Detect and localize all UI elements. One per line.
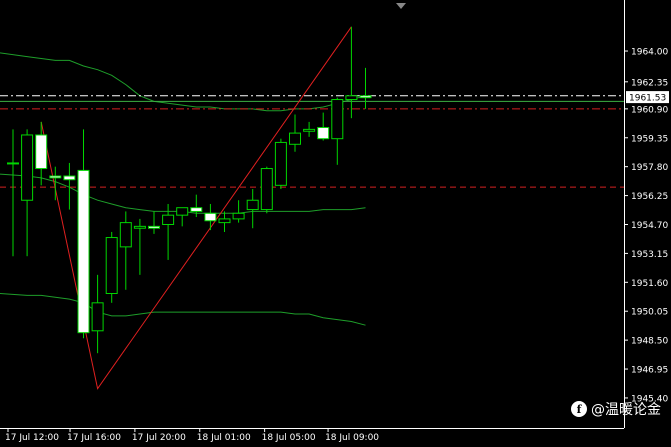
price-tick-label: 1960.90	[631, 105, 668, 115]
upper-band-line	[0, 52, 366, 112]
candle-2[interactable]	[21, 129, 34, 257]
candle-17[interactable]	[232, 200, 245, 223]
candle-body	[35, 134, 48, 170]
candle-22[interactable]	[303, 121, 316, 137]
candle-body	[21, 134, 34, 201]
candle-body	[317, 127, 330, 140]
price-tick-label: 1964.00	[631, 48, 668, 58]
candle-body	[218, 218, 231, 224]
candle-1[interactable]	[7, 129, 19, 257]
candle-21[interactable]	[289, 114, 301, 152]
time-tick-label: 18 Jul 09:00	[325, 433, 379, 443]
candle-body	[303, 128, 316, 132]
scroll-marker-icon[interactable]	[396, 3, 406, 9]
candle-body	[105, 237, 118, 294]
candle-19[interactable]	[260, 166, 273, 214]
time-tick-label: 17 Jul 16:00	[67, 433, 121, 443]
time-tick-label: 18 Jul 05:00	[262, 433, 316, 443]
price-tick-label: 1954.70	[631, 221, 668, 231]
candle-body	[63, 175, 76, 181]
candle-body	[232, 212, 245, 220]
candle-body	[7, 162, 19, 165]
candle-body	[274, 141, 287, 186]
candle-26[interactable]	[359, 67, 372, 109]
candle-13[interactable]	[176, 207, 189, 227]
lower-band-line	[0, 293, 366, 326]
time-tick-label: 18 Jul 01:00	[197, 433, 251, 443]
candle-body	[49, 175, 62, 179]
candle-25[interactable]	[345, 26, 358, 119]
price-chart[interactable]: 1964.00 1962.35 1960.90 1959.35 1957.80 1956.…	[0, 0, 671, 443]
watermark-logo-icon: f	[571, 401, 587, 417]
candle-5[interactable]	[63, 162, 76, 210]
candle-body	[204, 212, 217, 222]
watermark-text: @温暖论金	[591, 402, 661, 418]
candle-body	[77, 169, 90, 334]
price-tick-label: 1962.35	[631, 78, 668, 88]
candle-23[interactable]	[317, 112, 330, 141]
candle-11[interactable]	[148, 211, 160, 234]
candle-20[interactable]	[274, 138, 287, 190]
candle-body	[190, 207, 203, 212]
candle-7[interactable]	[91, 274, 104, 354]
candle-18[interactable]	[246, 189, 259, 229]
candle-15[interactable]	[204, 203, 217, 231]
watermark: f @温暖论金	[571, 399, 661, 419]
candle-8[interactable]	[105, 231, 118, 303]
price-tick-label: 1959.35	[631, 134, 668, 144]
candlestick-chart[interactable]: 1964.00 1962.35 1960.90 1959.35 1957.80 1956.…	[0, 0, 671, 443]
candle-body	[91, 302, 104, 332]
price-tick-label: 1946.95	[631, 366, 668, 376]
candle-body	[119, 222, 132, 248]
price-tick-label: 1950.05	[631, 308, 668, 318]
candle-body	[176, 207, 189, 216]
candle-16[interactable]	[218, 211, 231, 232]
candle-24[interactable]	[331, 97, 344, 165]
candle-3[interactable]	[35, 121, 48, 186]
time-tick-label: 17 Jul 20:00	[132, 433, 186, 443]
candle-body	[345, 95, 358, 101]
candle-body	[162, 214, 175, 225]
candle-body	[331, 99, 344, 140]
price-tick-label: 1953.15	[631, 250, 668, 260]
price-tick-label: 1957.80	[631, 163, 668, 173]
candle-12[interactable]	[162, 203, 175, 260]
time-tick-label: 17 Jul 12:00	[5, 433, 59, 443]
candle-body	[260, 168, 273, 211]
candle-10[interactable]	[133, 218, 146, 275]
current-price-label: 1961.53	[629, 94, 666, 104]
candle-9[interactable]	[119, 211, 132, 290]
candle-6[interactable]	[77, 129, 90, 339]
candle-body	[289, 132, 301, 145]
candle-body	[148, 225, 160, 229]
price-tick-label: 1948.50	[631, 337, 668, 347]
candle-body	[133, 225, 146, 229]
candle-body	[359, 95, 372, 99]
candle-body	[246, 199, 259, 211]
price-tick-label: 1956.25	[631, 192, 668, 202]
price-tick-label: 1951.60	[631, 279, 668, 289]
